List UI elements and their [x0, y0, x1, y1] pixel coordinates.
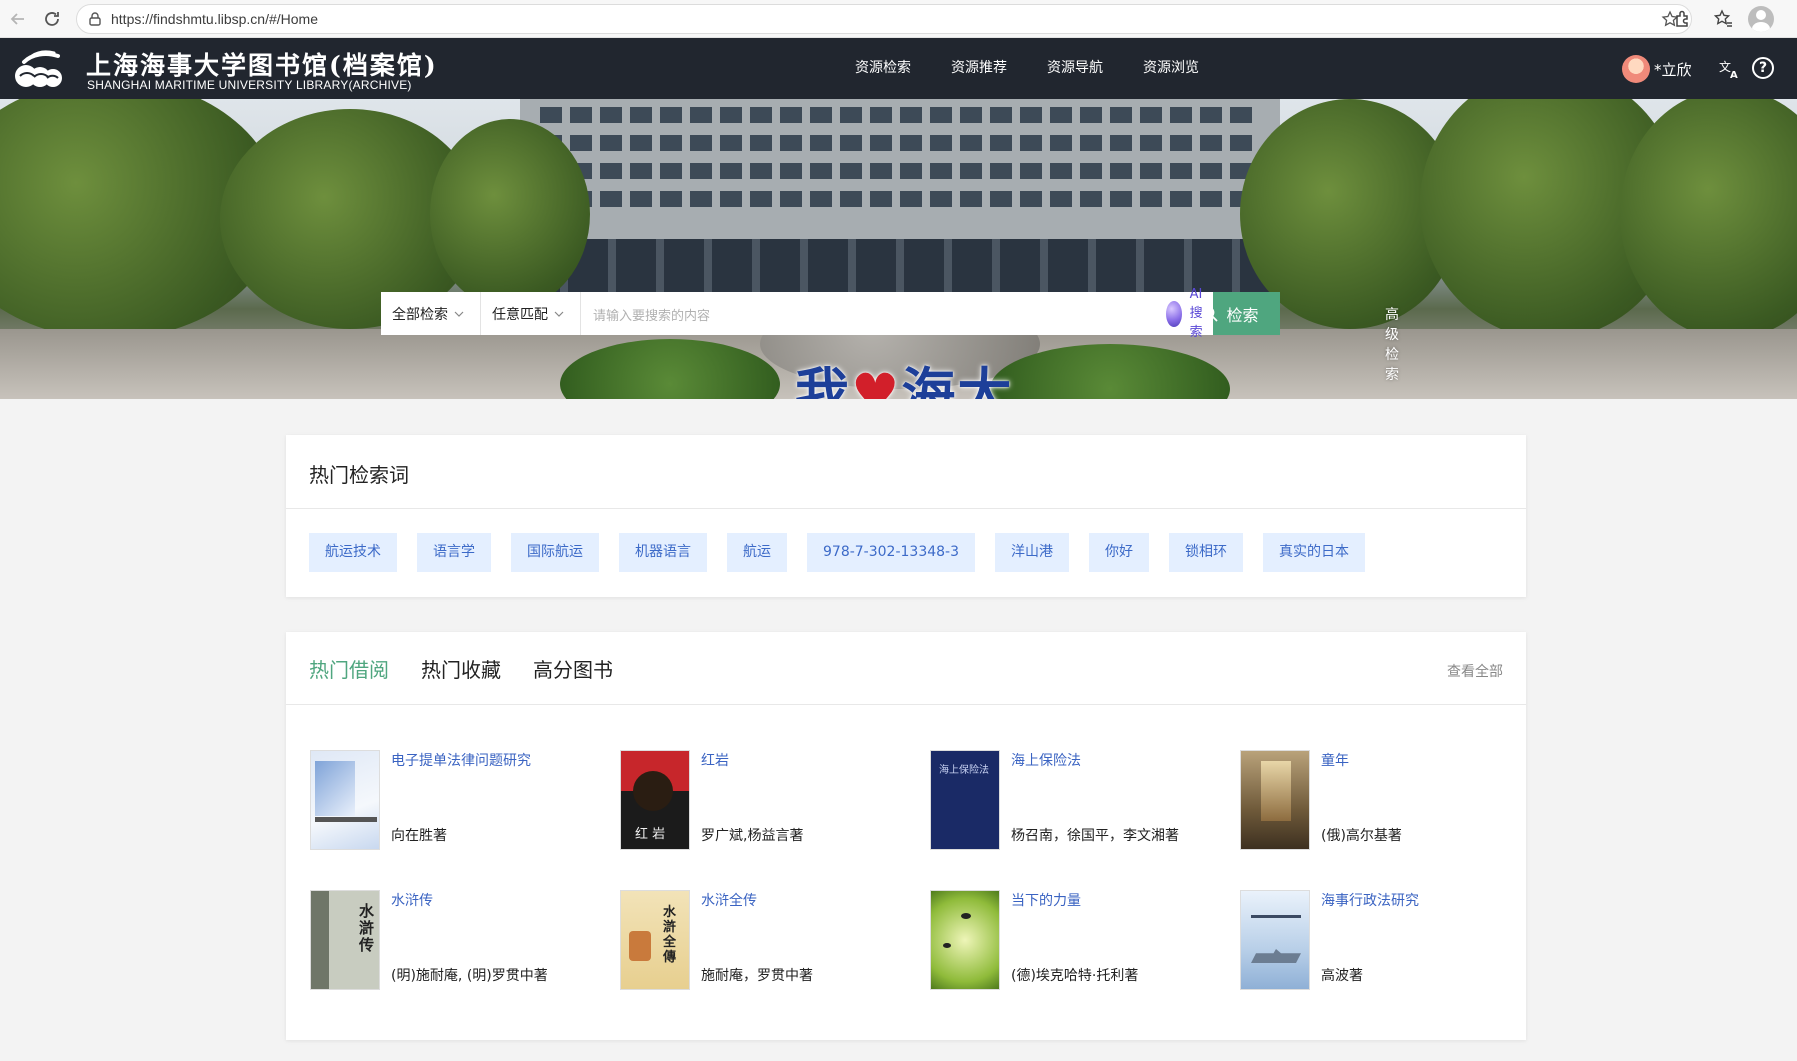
book-card[interactable]: 当下的力量 (德)埃克哈特·托利著	[930, 890, 1220, 1000]
book-author: 罗广斌,杨益言著	[701, 828, 804, 844]
book-title[interactable]: 海上保险法	[1011, 750, 1081, 770]
book-cover[interactable]	[1240, 750, 1310, 850]
ai-search-label: AI搜索	[1189, 287, 1203, 340]
book-title[interactable]: 海事行政法研究	[1321, 890, 1419, 910]
svg-text:A: A	[1730, 70, 1738, 81]
hot-term-tag[interactable]: 航运技术	[309, 533, 397, 572]
ai-orb-icon	[1166, 300, 1182, 327]
reload-icon[interactable]	[40, 7, 64, 31]
books-tabs: 热门借阅 热门收藏 高分图书	[309, 654, 613, 683]
search-bar: 全部检索 任意匹配 请输入要搜索的内容 AI搜索 检索 高级检索	[381, 287, 1399, 383]
translate-icon[interactable]: 文 A	[1718, 57, 1742, 81]
book-cover[interactable]	[1240, 890, 1310, 990]
site-info-icon[interactable]	[87, 11, 103, 27]
help-icon[interactable]: ?	[1752, 57, 1774, 79]
book-card[interactable]: 红 岩 红岩 罗广斌,杨益言著	[620, 750, 910, 860]
hot-term-tag[interactable]: 锁相环	[1169, 533, 1244, 572]
match-mode-select[interactable]: 任意匹配	[481, 292, 581, 335]
hero-banner: 我♥海大 全部检索 任意匹配 请输入要搜索的内容 AI搜索 检索 高级检索	[0, 99, 1797, 399]
extensions-icon[interactable]	[1671, 8, 1693, 30]
nav-resource-recommend[interactable]: 资源推荐	[931, 38, 1027, 99]
back-icon[interactable]	[6, 7, 30, 31]
book-author: (俄)高尔基著	[1321, 828, 1402, 844]
nav-resource-search[interactable]: 资源检索	[835, 38, 931, 99]
nav-resource-browse[interactable]: 资源浏览	[1123, 38, 1219, 99]
library-name-en[interactable]: SHANGHAI MARITIME UNIVERSITY LIBRARY(ARC…	[87, 78, 412, 92]
book-cover[interactable]: 海上保险法	[930, 750, 1000, 850]
search-scope-select[interactable]: 全部检索	[381, 292, 481, 335]
book-card[interactable]: 电子提单法律问题研究 向在胜著	[310, 750, 600, 860]
user-name[interactable]: *立欣	[1654, 59, 1692, 80]
book-author: (德)埃克哈特·托利著	[1011, 968, 1139, 984]
tab-top-rated[interactable]: 高分图书	[533, 654, 613, 683]
hot-term-tag[interactable]: 语言学	[417, 533, 491, 572]
hot-term-tag[interactable]: 国际航运	[511, 533, 599, 572]
ai-search-button[interactable]: AI搜索	[1166, 287, 1213, 340]
book-title[interactable]: 童年	[1321, 750, 1349, 770]
book-cover[interactable]: 水滸全傳	[620, 890, 690, 990]
search-input[interactable]: 请输入要搜索的内容 AI搜索	[581, 287, 1213, 340]
hot-term-tag[interactable]: 洋山港	[995, 533, 1070, 572]
hot-term-tag[interactable]: 978-7-302-13348-3	[807, 533, 976, 572]
book-author: (明)施耐庵, (明)罗贯中著	[391, 968, 548, 984]
user-menu[interactable]: *立欣	[1622, 55, 1692, 83]
book-cover[interactable]: 红 岩	[620, 750, 690, 850]
heart-icon: ♥	[851, 362, 902, 399]
book-author: 杨召南，徐国平，李文湘著	[1011, 828, 1179, 844]
book-title[interactable]: 水浒传	[391, 890, 433, 910]
hero-slogan: 我♥海大	[795, 349, 1013, 399]
chevron-down-icon	[454, 311, 464, 317]
search-placeholder: 请输入要搜索的内容	[593, 309, 711, 324]
book-card[interactable]: 水滸全傳 水浒全传 施耐庵，罗贯中著	[620, 890, 910, 1000]
book-author: 施耐庵，罗贯中著	[701, 968, 813, 984]
site-header: 上海海事大学图书馆(档案馆) SHANGHAI MARITIME UNIVERS…	[0, 38, 1797, 99]
book-author: 高波著	[1321, 968, 1363, 984]
browser-toolbar: https://findshmtu.libsp.cn/#/Home	[0, 0, 1797, 38]
books-panel: 热门借阅 热门收藏 高分图书 查看全部 电子提单法律问题研究 向在胜著 红 岩 …	[286, 632, 1526, 1040]
tab-hot-collect[interactable]: 热门收藏	[421, 654, 501, 683]
hot-term-tag[interactable]: 航运	[727, 533, 787, 572]
user-avatar[interactable]	[1622, 55, 1650, 83]
library-name-cn[interactable]: 上海海事大学图书馆(档案馆)	[86, 46, 438, 82]
book-card[interactable]: 童年 (俄)高尔基著	[1240, 750, 1530, 860]
hot-terms-panel: 热门检索词 航运技术 语言学 国际航运 机器语言 航运 978-7-302-13…	[286, 435, 1526, 597]
hot-term-tag[interactable]: 真实的日本	[1263, 533, 1366, 572]
book-cover[interactable]	[310, 750, 380, 850]
tab-hot-borrow[interactable]: 热门借阅	[309, 654, 389, 683]
nav-resource-guide[interactable]: 资源导航	[1027, 38, 1123, 99]
url-text: https://findshmtu.libsp.cn/#/Home	[111, 11, 318, 27]
address-bar[interactable]: https://findshmtu.libsp.cn/#/Home	[76, 4, 1692, 34]
view-all-link[interactable]: 查看全部	[1447, 661, 1503, 681]
book-title[interactable]: 当下的力量	[1011, 890, 1081, 910]
book-title[interactable]: 电子提单法律问题研究	[391, 750, 531, 770]
hot-term-tag[interactable]: 你好	[1089, 533, 1150, 572]
hot-term-tag[interactable]: 机器语言	[619, 533, 707, 572]
book-card[interactable]: 海上保险法 海上保险法 杨召南，徐国平，李文湘著	[930, 750, 1220, 860]
library-logo-icon[interactable]	[10, 46, 70, 92]
book-card[interactable]: 海事行政法研究 高波著	[1240, 890, 1530, 1000]
main-nav: 资源检索 资源推荐 资源导航 资源浏览	[835, 38, 1219, 99]
favorites-icon[interactable]	[1712, 8, 1734, 30]
chevron-down-icon	[554, 311, 564, 317]
book-cover[interactable]	[930, 890, 1000, 990]
book-title[interactable]: 水浒全传	[701, 890, 757, 910]
hot-terms-list: 航运技术 语言学 国际航运 机器语言 航运 978-7-302-13348-3 …	[309, 533, 1366, 572]
book-cover[interactable]: 水滸传	[310, 890, 380, 990]
book-title[interactable]: 红岩	[701, 750, 729, 770]
book-card[interactable]: 水滸传 水浒传 (明)施耐庵, (明)罗贯中著	[310, 890, 600, 1000]
hot-terms-title: 热门检索词	[309, 463, 409, 487]
advanced-search-link[interactable]: 高级检索	[1385, 304, 1399, 384]
book-author: 向在胜著	[391, 828, 447, 844]
profile-avatar-icon[interactable]	[1748, 6, 1774, 32]
